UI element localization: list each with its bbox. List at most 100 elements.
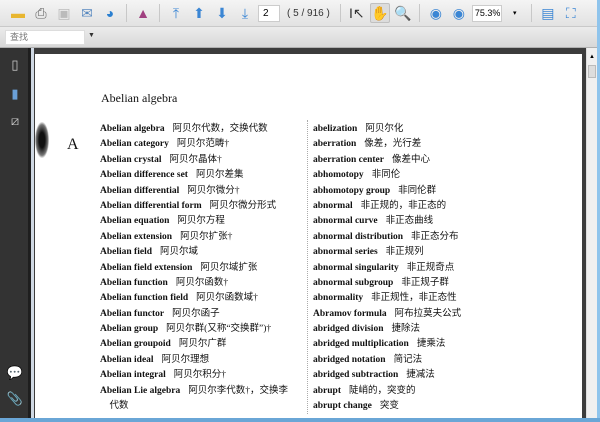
email-icon[interactable]: ✉ <box>77 3 97 23</box>
entry: Abelian function field 阿贝尔函数域† <box>100 291 288 306</box>
entry-translation: 阿贝尔方程 <box>177 216 225 227</box>
entry-translation: 非正规性，非正态性 <box>371 293 457 304</box>
page-number-input[interactable] <box>258 4 280 22</box>
text-select-icon[interactable]: I↖ <box>347 3 367 23</box>
entry: Abelian ideal 阿贝尔理想 <box>100 353 288 368</box>
find-input[interactable]: 查找 <box>5 30 85 45</box>
entry-term: Abelian algebra <box>100 124 165 134</box>
right-column: abelization 阿贝尔化 aberration 像差，光行差 aberratio… <box>313 122 461 414</box>
entry: aberration center 像差中心 <box>313 153 461 168</box>
entry: abhomotopy 非同伦 <box>313 168 461 183</box>
first-page-icon[interactable]: ⤒ <box>166 3 186 23</box>
entry-term: Abelian group <box>100 324 159 335</box>
entry-term: Abelian integral <box>100 370 166 381</box>
divider <box>530 4 532 22</box>
print-icon[interactable]: ⎙ <box>31 3 51 23</box>
entry-term: abnormal curve <box>313 216 378 227</box>
fit-page-icon[interactable]: ⛶ <box>561 3 581 23</box>
chevron-down-icon[interactable]: ▾ <box>505 3 525 23</box>
fit-width-icon[interactable]: ▤ <box>538 3 558 23</box>
entry-translation: 阿贝尔积分† <box>173 370 226 381</box>
entry-term: Abelian crystal <box>100 154 162 165</box>
entry: Abelian field extension 阿贝尔域扩张 <box>100 261 288 276</box>
entry: abnormal 非正规的，非正态的 <box>313 199 461 214</box>
entry-translation: 非正规的，非正态的 <box>360 200 447 211</box>
chevron-down-icon[interactable]: ▼ <box>88 32 95 39</box>
entry: Abelian functor 阿贝尔函子 <box>100 307 288 322</box>
signatures-icon[interactable]: ⧄ <box>6 112 24 130</box>
entry: Abelian field 阿贝尔域 <box>100 245 288 260</box>
entry-term: Abelian field <box>100 247 152 258</box>
entry-translation: 非正规奇点 <box>406 262 455 273</box>
entry-term: Abelian extension <box>100 231 173 242</box>
entry-term: abrupt change <box>313 401 372 412</box>
entry-translation: 阿贝尔李代数†，交换李 <box>188 385 288 396</box>
entry-term: Abelian equation <box>100 216 170 227</box>
left-column: Abelian algebra 阿贝尔代数，交换代数 Abelian categor… <box>100 122 288 414</box>
entry-translation: 捷除法 <box>391 324 420 335</box>
entry-term: Abelian ideal <box>100 354 154 365</box>
attachments-icon[interactable]: 📎 <box>6 390 24 408</box>
document-viewer[interactable]: A Abelian algebra Abelian algebra 阿贝尔代数，交… <box>34 48 586 418</box>
zoom-tool-icon[interactable]: 🔍 <box>393 3 413 23</box>
zoom-in-icon[interactable]: ◉ <box>449 3 469 23</box>
entry-translation: 像差，光行差 <box>364 139 422 150</box>
entry-translation: 陡峭的，突变的 <box>348 385 416 396</box>
entry-translation: 阿贝尔函子 <box>172 308 220 319</box>
entry: Abelian difference set 阿贝尔差集 <box>100 168 288 183</box>
entry-translation: 阿贝尔函数† <box>175 277 229 288</box>
scroll-up-icon[interactable]: ▲ <box>587 54 597 62</box>
entry-translation: 阿贝尔代数，交换代数 <box>172 124 268 134</box>
entry: abridged subtraction 捷减法 <box>313 368 461 383</box>
entry-translation: 非同伦 <box>371 170 401 181</box>
entry-term: Abramov formula <box>313 308 387 319</box>
next-page-icon[interactable]: ⬇ <box>212 3 232 23</box>
entry-term: aberration center <box>313 154 384 165</box>
entry: abelization 阿贝尔化 <box>313 122 461 137</box>
entry-translation: 阿贝尔域 <box>160 247 199 258</box>
properties-icon[interactable]: ▲ <box>133 3 153 23</box>
entry-translation: 阿贝尔差集 <box>195 170 244 181</box>
scrollbar-thumb[interactable] <box>588 65 596 78</box>
divider <box>339 4 341 22</box>
entry-translation: 突变 <box>379 401 399 412</box>
entry-term: abnormal subgroup <box>313 277 394 288</box>
last-page-icon[interactable]: ⤓ <box>235 3 255 23</box>
entry: Abelian equation 阿贝尔方程 <box>100 214 288 229</box>
entry: abrupt change 突变 <box>313 399 461 414</box>
comments-icon[interactable]: 💬 <box>6 364 24 382</box>
zoom-out-icon[interactable]: ◉ <box>426 3 446 23</box>
entry-term: abhomotopy <box>313 170 364 181</box>
scan-artifact <box>35 122 49 158</box>
entry: abrupt 陡峭的，突变的 <box>313 384 461 399</box>
entry-term: Abelian functor <box>100 308 165 319</box>
entry: abnormality 非正规性，非正态性 <box>313 291 461 306</box>
previous-page-icon[interactable]: ⬆ <box>189 3 209 23</box>
entry-term: Abelian category <box>100 139 169 150</box>
entry: Abelian function 阿贝尔函数† <box>100 276 288 291</box>
entry-term: Abelian Lie algebra <box>100 385 181 396</box>
pages-icon[interactable]: ▯ <box>6 56 24 74</box>
section-letter: A <box>67 136 79 153</box>
divider <box>418 4 420 22</box>
entry-translation: 阿贝尔理想 <box>161 354 210 365</box>
zoom-level-input[interactable] <box>471 4 502 22</box>
window-frame <box>0 418 600 422</box>
entry-translation: 阿贝尔范畴† <box>176 139 230 150</box>
entry: Abelian category 阿贝尔范畴† <box>100 137 288 152</box>
document-page: A Abelian algebra Abelian algebra 阿贝尔代数，交… <box>35 54 582 418</box>
entry-term: abelization <box>313 124 358 134</box>
vertical-scrollbar[interactable]: ▲ <box>586 48 597 418</box>
entry: Abelian group 阿贝尔群(又称“交换群”)† <box>100 322 288 337</box>
entry-term: Abelian groupoid <box>100 339 171 350</box>
open-folder-icon[interactable]: ▬ <box>8 3 28 23</box>
entry: Abelian Lie algebra 阿贝尔李代数†，交换李 <box>100 384 288 399</box>
bookmarks-icon[interactable]: ▮ <box>6 85 24 103</box>
entry: abridged notation 简记法 <box>313 353 461 368</box>
save-icon[interactable]: ▣ <box>54 3 74 23</box>
hand-tool-icon[interactable]: ✋ <box>369 3 390 23</box>
web-icon[interactable]: ◕ <box>100 3 120 23</box>
entry-translation: 阿贝尔微分† <box>187 185 240 196</box>
entry: Abelian crystal 阿贝尔晶体† <box>100 153 288 168</box>
page-header: Abelian algebra <box>101 91 178 105</box>
